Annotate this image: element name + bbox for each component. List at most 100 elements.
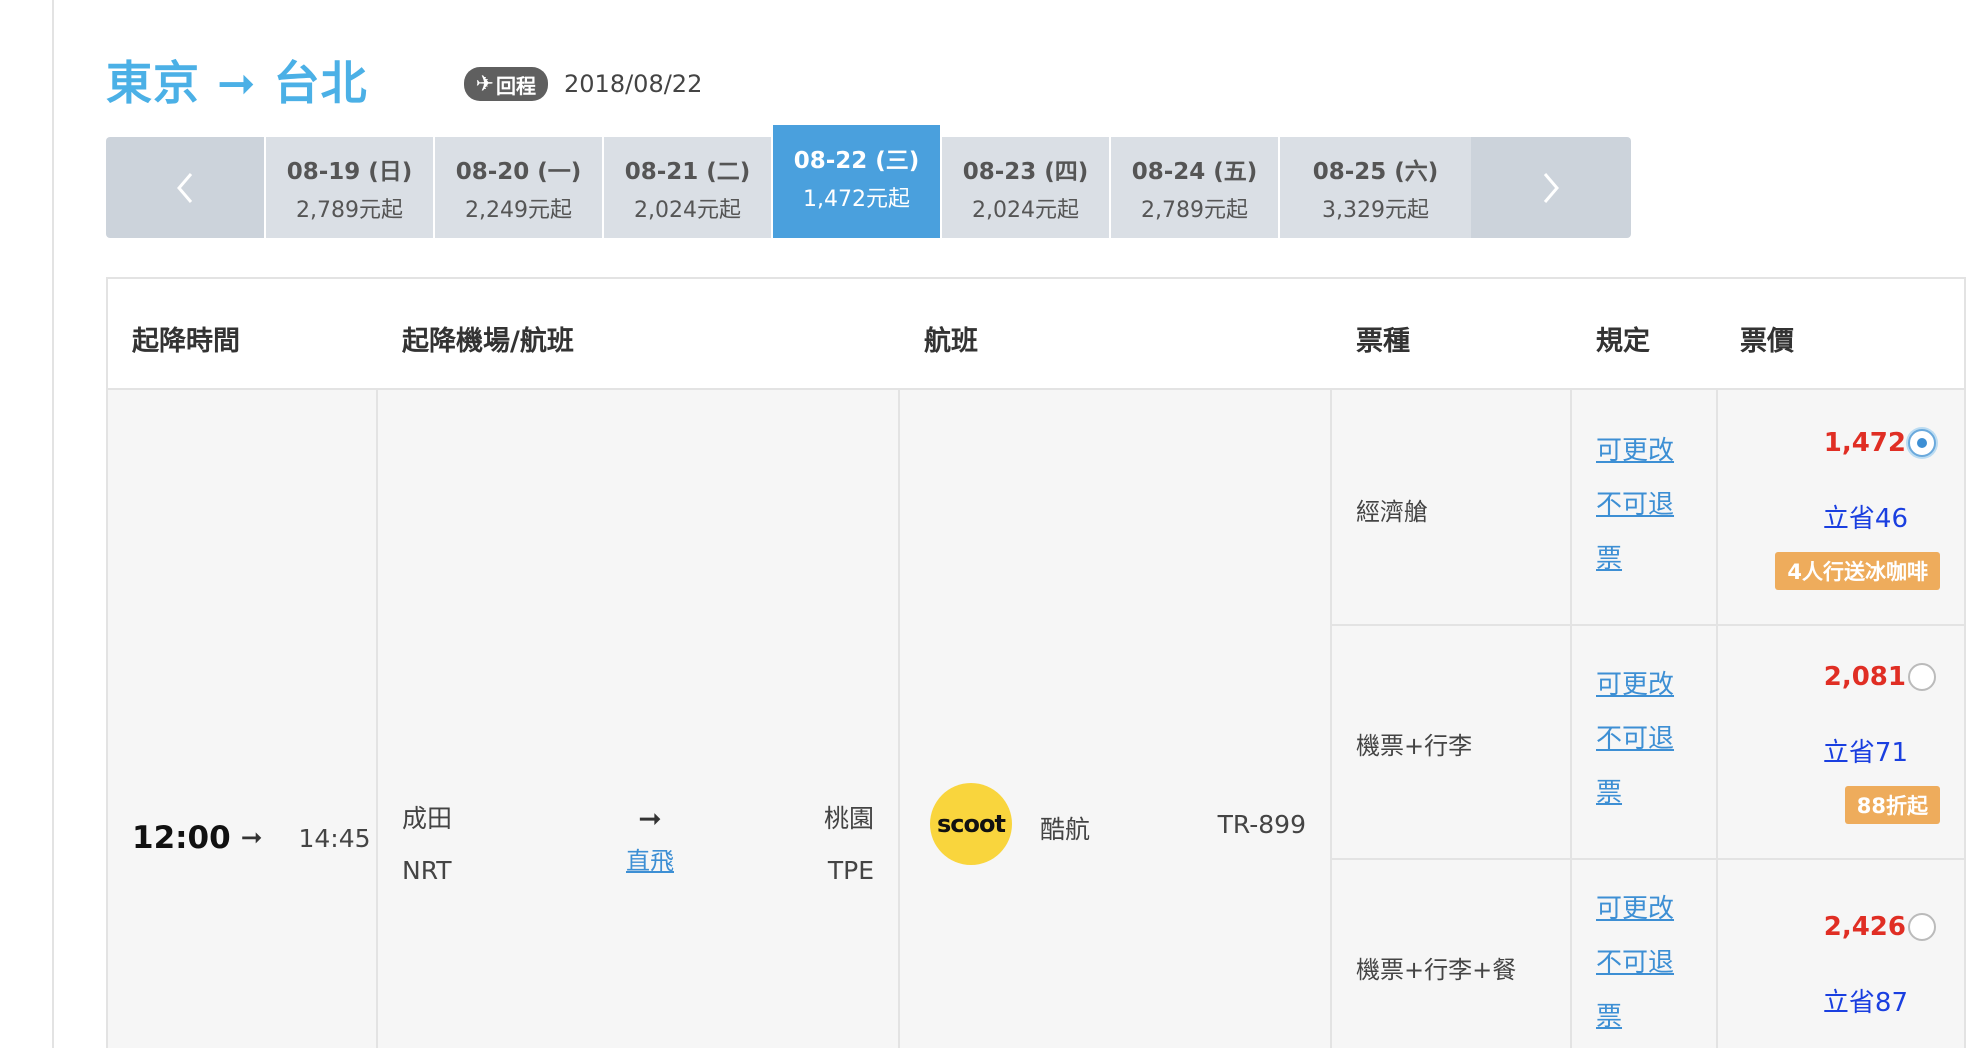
table-header: 起降時間 起降機場/航班 航班 票種 規定 票價 <box>108 279 1964 390</box>
time-cell: 12:00 ➞ 14:45 <box>108 390 378 1048</box>
date-price: 2,249元起 <box>465 197 572 223</box>
date-price: 2,024元起 <box>972 197 1079 223</box>
fare-price-row: 2,426 <box>1824 912 1936 942</box>
route-title: 東京 ➞ 台北 <box>106 56 368 110</box>
header-flight: 航班 <box>924 326 978 357</box>
date-selector: 08-19 (日) 2,789元起 08-20 (一) 2,249元起 08-2… <box>106 125 1964 238</box>
scoot-logo: scoot <box>930 783 1012 865</box>
promo-badge: 88折起 <box>1844 786 1940 824</box>
date-tab-0820[interactable]: 08-20 (一) 2,249元起 <box>433 137 602 238</box>
table-row: 12:00 ➞ 14:45 成田 NRT ➞ 直飛 桃園 TPE scoot 酷… <box>108 390 1964 1048</box>
date-tab-0819[interactable]: 08-19 (日) 2,789元起 <box>264 137 433 238</box>
page: 東京 ➞ 台北 ✈ 回程 2018/08/22 08-19 (日) 2,789元… <box>0 0 1988 1048</box>
date-label: 08-21 (二) <box>624 158 751 185</box>
row-divider <box>1572 858 1716 860</box>
fare-price: 2,081 <box>1823 662 1906 692</box>
route-info: ➞ 直飛 <box>610 802 690 876</box>
fare-type-cell: 經濟艙 機票+行李 機票+行李+餐 <box>1332 390 1572 1048</box>
airport-cell: 成田 NRT ➞ 直飛 桃園 TPE <box>378 390 900 1048</box>
destination-name: 桃園 <box>823 804 874 833</box>
non-refundable-link[interactable]: 不可退 <box>1596 478 1696 532</box>
fare-type: 機票+行李+餐 <box>1356 956 1517 984</box>
arrow-right-icon: ➞ <box>638 802 662 835</box>
savings-text: 立省71 <box>1822 738 1908 768</box>
non-refundable-link[interactable]: 不可退 <box>1596 936 1696 990</box>
chevron-left-icon <box>177 172 193 203</box>
header-time: 起降時間 <box>132 326 240 357</box>
non-refundable-link-cont[interactable]: 票 <box>1596 990 1696 1044</box>
header-airport: 起降機場/航班 <box>402 326 574 357</box>
nonstop-link[interactable]: 直飛 <box>610 841 690 876</box>
date-tab-0821[interactable]: 08-21 (二) 2,024元起 <box>602 137 771 238</box>
row-divider <box>1332 624 1570 626</box>
header-rules: 規定 <box>1596 326 1650 357</box>
flight-number: TR-899 <box>1217 810 1306 839</box>
header-price: 票價 <box>1740 326 1794 357</box>
return-trip-badge: ✈ 回程 <box>463 67 549 101</box>
flight-table: 起降時間 起降機場/航班 航班 票種 規定 票價 12:00 ➞ 14:45 成… <box>106 277 1966 1048</box>
date-price: 2,789元起 <box>296 197 403 223</box>
airline-name: 酷航 <box>1040 815 1091 844</box>
savings-text: 立省87 <box>1822 988 1908 1018</box>
date-price: 1,472元起 <box>803 186 910 212</box>
non-refundable-link-cont[interactable]: 票 <box>1596 532 1696 586</box>
rules-cell: 可更改 不可退 票 可更改 不可退 票 可更改 不可退 票 <box>1572 390 1718 1048</box>
date-price: 3,329元起 <box>1322 197 1429 223</box>
fare-radio[interactable] <box>1908 913 1936 941</box>
origin-airport: 成田 NRT <box>402 793 452 897</box>
trip-date: 2018/08/22 <box>564 70 703 98</box>
row-divider <box>1718 624 1964 626</box>
arrive-time: 14:45 <box>298 823 371 853</box>
fare-type: 經濟艙 <box>1356 498 1428 526</box>
non-refundable-link-cont[interactable]: 票 <box>1596 766 1696 820</box>
date-label: 08-20 (一) <box>455 158 582 185</box>
date-tab-0823[interactable]: 08-23 (四) 2,024元起 <box>940 137 1109 238</box>
changeable-link[interactable]: 可更改 <box>1596 658 1696 712</box>
page-header: 東京 ➞ 台北 ✈ 回程 2018/08/22 <box>106 50 702 110</box>
fare-price: 1,472 <box>1823 428 1906 458</box>
date-label: 08-23 (四) <box>962 158 1089 185</box>
date-price: 2,789元起 <box>1141 197 1248 223</box>
date-tab-0824[interactable]: 08-24 (五) 2,789元起 <box>1109 137 1278 238</box>
depart-time: 12:00 <box>132 820 231 856</box>
changeable-link[interactable]: 可更改 <box>1596 424 1696 478</box>
plane-icon: ✈ <box>475 71 495 97</box>
header-fare-type: 票種 <box>1356 326 1410 357</box>
origin-code: NRT <box>402 856 452 885</box>
date-label: 08-19 (日) <box>286 158 413 185</box>
destination-code: TPE <box>827 856 874 885</box>
promo-badge: 4人行送冰咖啡 <box>1775 552 1940 590</box>
date-tab-0822-selected[interactable]: 08-22 (三) 1,472元起 <box>771 125 940 238</box>
fare-rules: 可更改 不可退 票 <box>1596 882 1696 1044</box>
fare-price: 2,426 <box>1823 912 1906 942</box>
date-label: 08-25 (六) <box>1312 158 1439 185</box>
changeable-link[interactable]: 可更改 <box>1596 882 1696 936</box>
destination-airport: 桃園 TPE <box>824 793 874 897</box>
fare-radio-selected[interactable] <box>1908 429 1936 457</box>
row-divider <box>1718 858 1964 860</box>
origin-name: 成田 <box>402 804 453 833</box>
fare-price-row: 2,081 <box>1824 662 1936 692</box>
fare-price-row: 1,472 <box>1824 428 1936 458</box>
return-trip-label: 回程 <box>496 73 537 98</box>
chevron-right-icon <box>1543 172 1559 203</box>
next-week-button[interactable] <box>1471 137 1631 238</box>
date-price: 2,024元起 <box>634 197 741 223</box>
row-divider <box>1332 858 1570 860</box>
left-divider <box>52 0 54 1048</box>
row-divider <box>1572 624 1716 626</box>
price-cell: 1,472 立省46 4人行送冰咖啡 2,081 立省71 88折起 2,426… <box>1718 390 1964 1048</box>
non-refundable-link[interactable]: 不可退 <box>1596 712 1696 766</box>
fare-rules: 可更改 不可退 票 <box>1596 424 1696 586</box>
fare-radio[interactable] <box>1908 663 1936 691</box>
prev-week-button[interactable] <box>106 137 264 238</box>
arrow-right-icon: ➞ <box>240 823 263 853</box>
fare-type: 機票+行李 <box>1356 732 1473 760</box>
date-label: 08-24 (五) <box>1131 158 1258 185</box>
airline-cell: scoot 酷航 TR-899 <box>900 390 1332 1048</box>
date-label: 08-22 (三) <box>793 147 920 174</box>
flight-times: 12:00 ➞ 14:45 <box>132 820 371 856</box>
fare-rules: 可更改 不可退 票 <box>1596 658 1696 820</box>
savings-text: 立省46 <box>1822 504 1908 534</box>
date-tab-0825[interactable]: 08-25 (六) 3,329元起 <box>1278 137 1471 238</box>
